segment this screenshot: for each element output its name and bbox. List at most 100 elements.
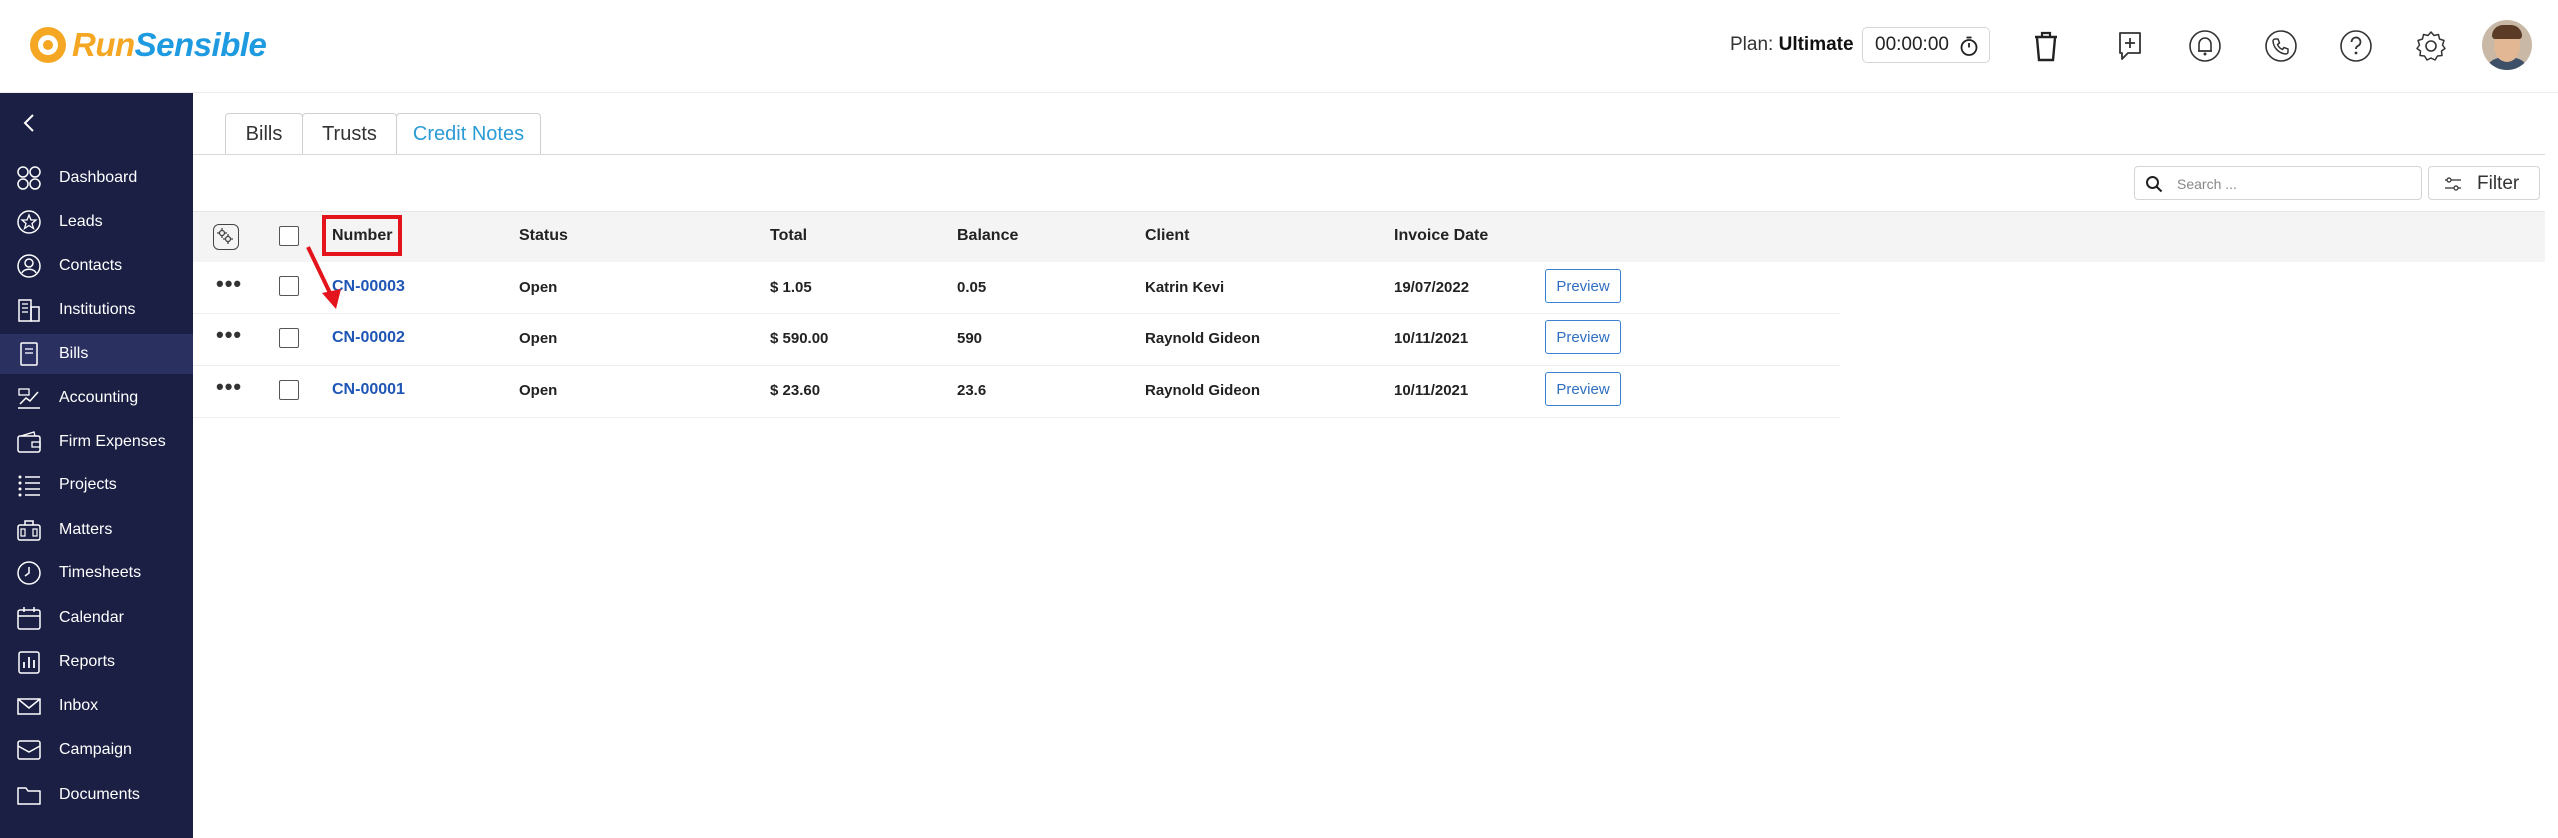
client-cell: Katrin Kevi — [1145, 279, 1225, 296]
column-settings-icon[interactable] — [213, 224, 239, 250]
wallet-icon — [17, 431, 41, 453]
campaign-icon — [17, 740, 41, 760]
status-cell: Open — [519, 382, 558, 399]
balance-cell: 590 — [957, 330, 983, 347]
sidebar-item-label: Inbox — [59, 697, 99, 714]
trash-icon[interactable] — [2026, 26, 2066, 66]
sidebar-item-label: Dashboard — [59, 169, 138, 186]
sidebar-item-label: Documents — [59, 786, 140, 803]
sidebar-item-calendar[interactable]: Calendar — [0, 598, 193, 638]
invoice-date-cell: 19/07/2022 — [1394, 279, 1470, 296]
sidebar-item-inbox[interactable]: Inbox — [0, 686, 193, 726]
stopwatch-icon[interactable] — [1958, 35, 1980, 57]
tab-trusts[interactable]: Trusts — [302, 113, 397, 155]
sidebar-item-label: Institutions — [59, 301, 136, 318]
column-header-total[interactable]: Total — [770, 227, 807, 245]
search-icon — [2146, 176, 2163, 193]
sidebar-item-accounting[interactable]: Accounting — [0, 378, 193, 418]
sidebar-item-leads[interactable]: Leads — [0, 202, 193, 242]
briefcase-icon — [17, 520, 41, 541]
total-cell: $ 1.05 — [770, 279, 812, 296]
preview-button[interactable]: Preview — [1545, 320, 1621, 354]
column-header-invoice-date[interactable]: Invoice Date — [1394, 227, 1488, 245]
dashboard-icon — [17, 166, 41, 190]
tab-bar: Bills Trusts Credit Notes — [225, 113, 541, 155]
chevron-left-icon[interactable] — [18, 111, 42, 135]
clock-icon — [17, 561, 41, 585]
sidebar-item-label: Contacts — [59, 257, 123, 274]
search-input[interactable] — [2177, 173, 2407, 195]
filter-button[interactable]: Filter — [2428, 166, 2540, 200]
tabs-divider — [193, 154, 2545, 155]
tab-credit-notes[interactable]: Credit Notes — [396, 113, 541, 155]
sidebar: Dashboard Leads Contacts Institutions Bi… — [0, 93, 193, 838]
plan-label: Plan: — [1730, 34, 1774, 55]
sidebar-item-campaign[interactable]: Campaign — [0, 730, 193, 770]
plan-value: Ultimate — [1778, 34, 1854, 55]
sidebar-item-matters[interactable]: Matters — [0, 510, 193, 550]
sidebar-item-reports[interactable]: Reports — [0, 642, 193, 682]
column-header-balance[interactable]: Balance — [957, 227, 1018, 245]
balance-cell: 0.05 — [957, 279, 987, 296]
sidebar-item-label: Bills — [59, 345, 89, 362]
row-checkbox[interactable] — [279, 328, 299, 348]
logo-icon — [30, 27, 66, 63]
status-cell: Open — [519, 330, 558, 347]
sidebar-item-label: Timesheets — [59, 564, 142, 581]
runsensible-logo[interactable]: RunSensible — [30, 24, 267, 66]
building-icon — [18, 299, 40, 322]
search-box[interactable] — [2134, 166, 2422, 200]
list-icon — [18, 475, 40, 497]
sidebar-item-label: Reports — [59, 653, 116, 670]
filter-icon — [2445, 177, 2461, 191]
sidebar-item-timesheets[interactable]: Timesheets — [0, 553, 193, 593]
sidebar-item-label: Campaign — [59, 741, 132, 758]
help-icon[interactable] — [2336, 26, 2376, 66]
star-icon — [17, 210, 41, 234]
invoice-date-cell: 10/11/2021 — [1394, 382, 1469, 399]
status-cell: Open — [519, 279, 558, 296]
row-checkbox[interactable] — [279, 380, 299, 400]
phone-icon[interactable] — [2261, 26, 2301, 66]
sidebar-item-bills[interactable]: Bills — [0, 334, 193, 374]
logo-text-run: Run — [72, 26, 135, 63]
accounting-icon — [18, 388, 40, 409]
sidebar-item-institutions[interactable]: Institutions — [0, 290, 193, 330]
top-header: RunSensible Plan: Ultimate 00:00:00 — [0, 0, 2558, 93]
filter-label: Filter — [2477, 173, 2520, 194]
sidebar-item-documents[interactable]: Documents — [0, 775, 193, 815]
sidebar-item-firm-expenses[interactable]: Firm Expenses — [0, 422, 193, 462]
row-checkbox[interactable] — [279, 276, 299, 296]
sidebar-item-label: Accounting — [59, 389, 139, 406]
balance-cell: 23.6 — [957, 382, 987, 399]
column-header-status[interactable]: Status — [519, 227, 568, 245]
user-avatar[interactable] — [2482, 20, 2532, 70]
sidebar-item-label: Matters — [59, 521, 113, 538]
report-icon — [18, 651, 40, 674]
total-cell: $ 590.00 — [770, 330, 829, 347]
credit-note-number-link[interactable]: CN-00001 — [332, 381, 405, 399]
credit-note-number-link[interactable]: CN-00002 — [332, 329, 405, 347]
sidebar-item-projects[interactable]: Projects — [0, 465, 193, 505]
annotation-arrow-icon — [306, 246, 341, 309]
sidebar-item-label: Calendar — [59, 609, 124, 626]
sidebar-item-contacts[interactable]: Contacts — [0, 246, 193, 286]
select-all-checkbox[interactable] — [279, 226, 299, 246]
row-actions-menu[interactable]: ••• — [216, 322, 242, 348]
plan-indicator: Plan: Ultimate — [1730, 34, 1854, 56]
tab-bills[interactable]: Bills — [225, 113, 303, 155]
sidebar-item-label: Leads — [59, 213, 103, 230]
contact-icon — [17, 254, 41, 278]
column-header-client[interactable]: Client — [1145, 227, 1189, 245]
row-actions-menu[interactable]: ••• — [216, 271, 242, 297]
bell-icon[interactable] — [2185, 26, 2225, 66]
timer-widget[interactable]: 00:00:00 — [1862, 27, 1990, 63]
preview-button[interactable]: Preview — [1545, 372, 1621, 406]
row-actions-menu[interactable]: ••• — [216, 374, 242, 400]
gear-icon[interactable] — [2411, 26, 2451, 66]
preview-button[interactable]: Preview — [1545, 269, 1621, 303]
sidebar-item-dashboard[interactable]: Dashboard — [0, 158, 193, 198]
add-call-icon[interactable] — [2110, 26, 2150, 66]
client-cell: Raynold Gideon — [1145, 382, 1261, 399]
sidebar-item-label: Projects — [59, 476, 117, 493]
